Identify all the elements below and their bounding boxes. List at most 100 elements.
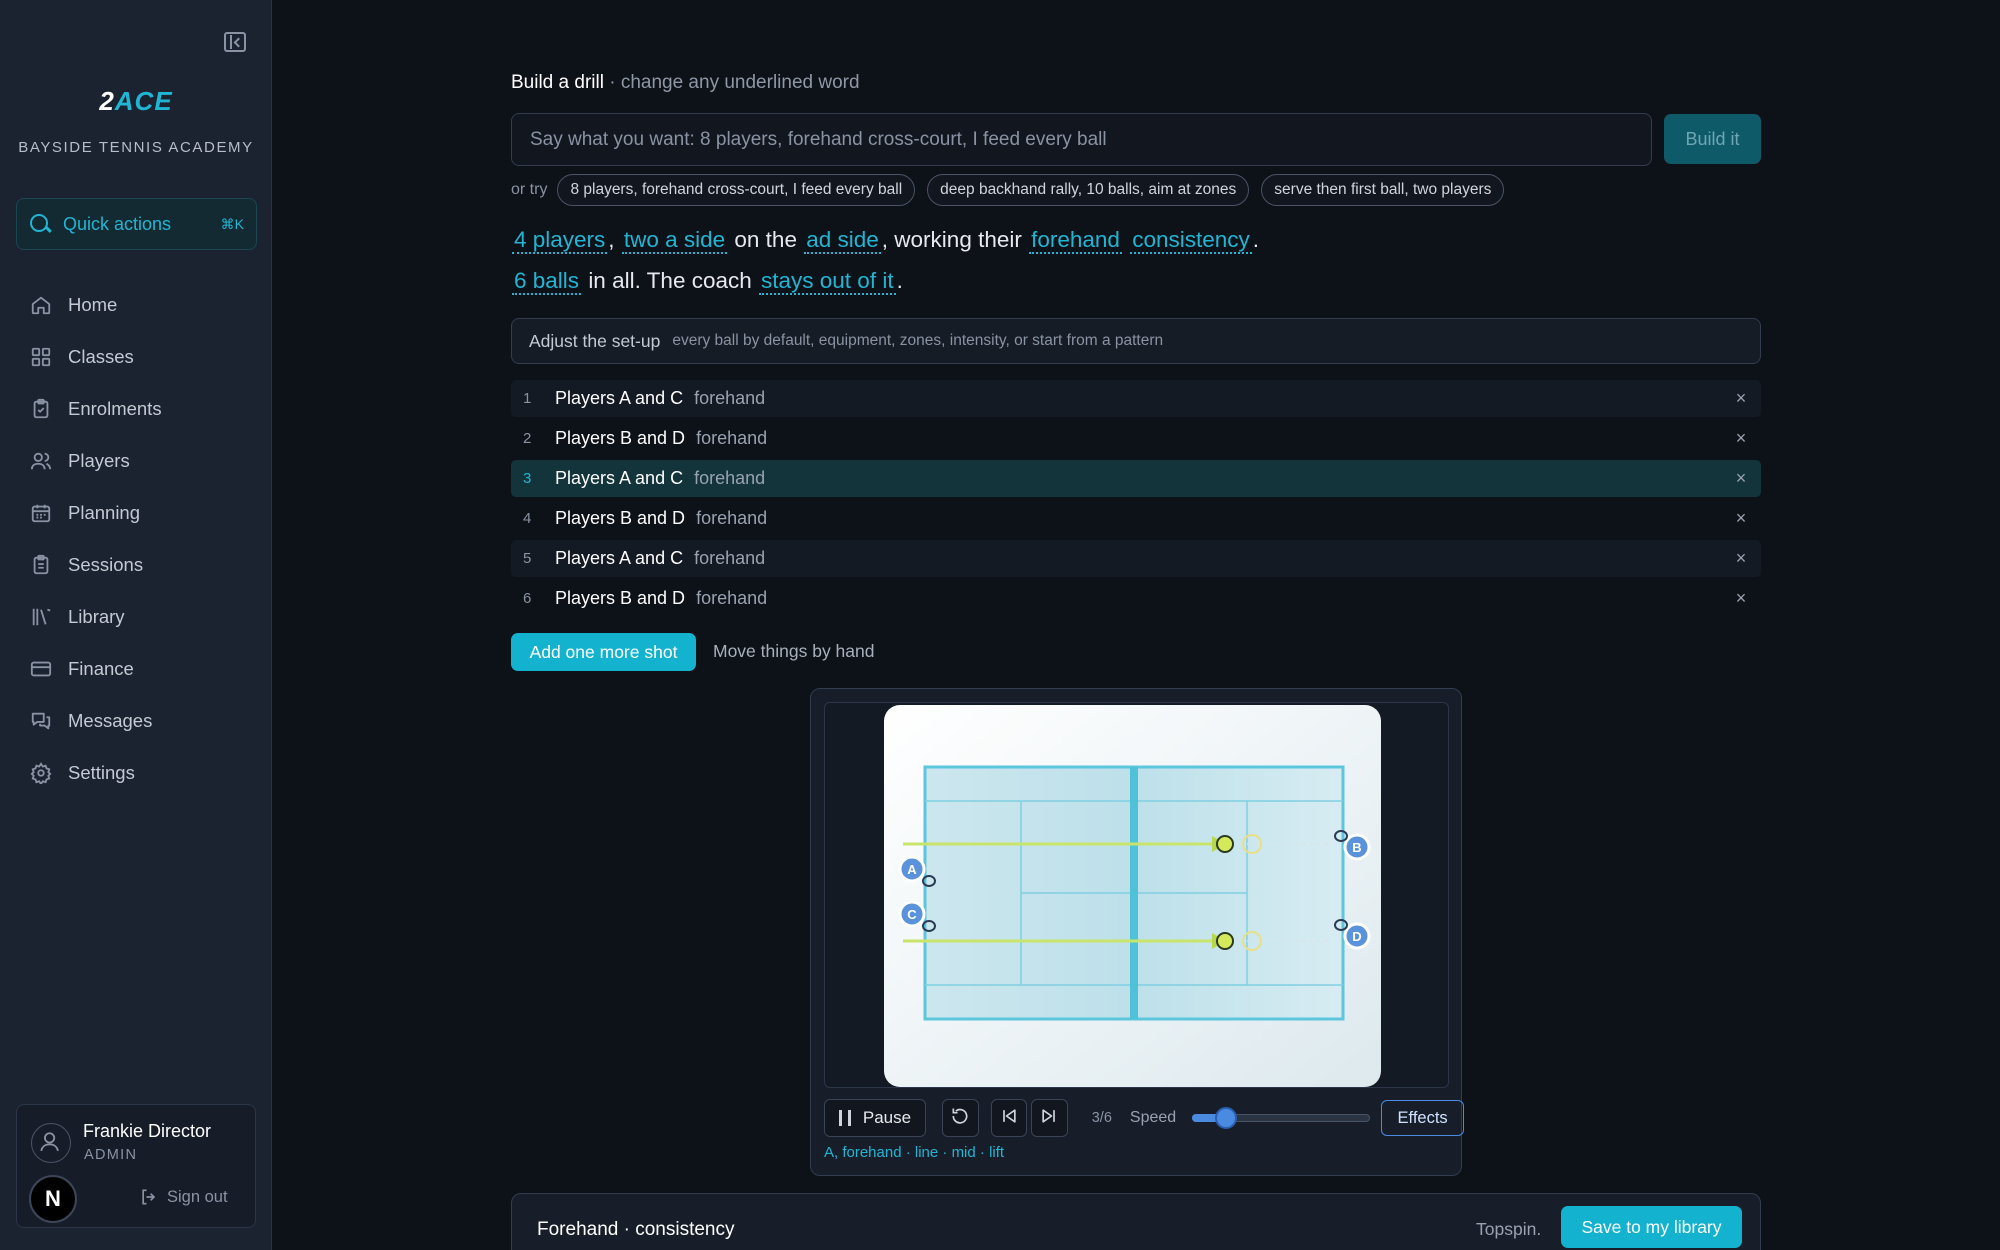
home-icon [30, 294, 52, 316]
academy-name: BAYSIDE TENNIS ACADEMY [18, 139, 254, 156]
sidebar-item-library[interactable]: Library [16, 591, 257, 643]
slider-knob[interactable] [1215, 1107, 1238, 1129]
drill-sentence-line-2: 6 balls in all. The coach stays out of i… [512, 268, 903, 295]
sides-token[interactable]: two a side [621, 227, 728, 254]
sidebar-item-settings[interactable]: Settings [16, 747, 257, 799]
speed-slider[interactable] [1192, 1107, 1371, 1129]
remove-shot-button[interactable]: × [1721, 388, 1761, 409]
sidebar-item-players[interactable]: Players [16, 435, 257, 487]
svg-text:A: A [907, 862, 917, 877]
court-side-token[interactable]: ad side [804, 227, 881, 254]
restart-button[interactable] [941, 1099, 979, 1137]
move-by-hand-button[interactable]: Move things by hand [713, 641, 875, 662]
sidebar-item-classes[interactable]: Classes [16, 331, 257, 383]
pause-icon [838, 1110, 851, 1126]
builder-heading: Build a drill · change any underlined wo… [511, 72, 860, 94]
tennis-ball-icon [1216, 835, 1234, 853]
shot-row[interactable]: 4 Players B and Dforehand × [511, 500, 1761, 537]
sidebar-item-label: Settings [68, 762, 135, 783]
sign-out-button[interactable]: Sign out [139, 1187, 228, 1207]
suggestion-chip[interactable]: serve then first ball, two players [1261, 174, 1505, 206]
sidebar-item-sessions[interactable]: Sessions [16, 539, 257, 591]
skip-forward-icon [1039, 1106, 1059, 1131]
sidebar-nav: Home Classes Enrolments Players Planning… [16, 279, 257, 799]
drill-prompt-input[interactable]: Say what you want: 8 players, forehand c… [511, 113, 1652, 166]
sidebar-item-label: Classes [68, 346, 134, 367]
grid-icon [30, 346, 52, 368]
stroke-token[interactable]: forehand [1029, 227, 1122, 254]
sidebar-item-label: Players [68, 450, 130, 471]
tennis-ball-icon [1216, 932, 1234, 950]
sidebar-item-label: Enrolments [68, 398, 162, 419]
adjust-label: Adjust the set-up [529, 330, 661, 351]
remove-shot-button[interactable]: × [1721, 428, 1761, 449]
page-title: Build a drill [511, 72, 604, 93]
shot-counter: 3/6 [1091, 1110, 1112, 1126]
collapse-sidebar-icon[interactable] [224, 32, 246, 52]
library-icon [30, 606, 52, 628]
shot-row[interactable]: 6 Players B and Dforehand × [511, 580, 1761, 617]
sidebar-item-label: Sessions [68, 554, 144, 575]
page-subtitle: · change any underlined word [603, 72, 860, 93]
quick-actions-button[interactable]: Quick actions ⌘K [16, 198, 257, 250]
user-name: Frankie Director [83, 1121, 212, 1141]
speed-label: Speed [1129, 1109, 1177, 1126]
add-shot-button[interactable]: Add one more shot [511, 633, 696, 671]
quick-actions-label: Quick actions [63, 213, 172, 234]
drill-summary-card: Forehand · consistency Topspin. Save to … [511, 1193, 1761, 1250]
keyboard-shortcut: ⌘K [220, 215, 244, 232]
remove-shot-button[interactable]: × [1721, 588, 1761, 609]
user-role: ADMIN [84, 1147, 138, 1163]
suggestion-chip[interactable]: 8 players, forehand cross-court, I feed … [557, 174, 916, 206]
pause-button[interactable]: Pause [824, 1099, 926, 1137]
save-to-library-button[interactable]: Save to my library [1561, 1206, 1742, 1248]
clipboard-check-icon [30, 398, 52, 420]
shot-row-active[interactable]: 3 Players A and Cforehand × [511, 460, 1761, 497]
suggestion-chip[interactable]: deep backhand rally, 10 balls, aim at zo… [927, 174, 1250, 206]
sidebar-item-home[interactable]: Home [16, 279, 257, 331]
restart-icon [950, 1106, 970, 1131]
shot-list: 1 Players A and Cforehand × 2 Players B and… [511, 380, 1761, 620]
next-shot-button[interactable] [1031, 1099, 1068, 1137]
effects-button[interactable]: Effects [1381, 1100, 1464, 1136]
build-it-button[interactable]: Build it [1664, 114, 1761, 164]
sidebar-item-label: Finance [68, 658, 134, 679]
previous-shot-button[interactable] [990, 1099, 1028, 1137]
court-stage: A C B D [824, 702, 1449, 1088]
shot-row[interactable]: 1 Players A and Cforehand × [511, 380, 1761, 417]
sign-out-label: Sign out [167, 1187, 228, 1206]
svg-text:D: D [1352, 929, 1361, 944]
sidebar-item-messages[interactable]: Messages [16, 695, 257, 747]
shot-row[interactable]: 2 Players B and Dforehand × [511, 420, 1761, 457]
court-net [1130, 767, 1138, 1019]
sidebar-item-label: Library [68, 606, 125, 627]
main-content: Build a drill · change any underlined wo… [272, 0, 2000, 1250]
balls-token[interactable]: 6 balls [512, 268, 582, 295]
shot-caption: A, forehand · line · mid · lift [824, 1144, 1005, 1161]
adjust-hint: every ball by default, equipment, zones,… [672, 332, 1164, 349]
remove-shot-button[interactable]: × [1721, 508, 1761, 529]
workspace-badge[interactable]: N [29, 1175, 77, 1223]
sidebar-item-label: Planning [68, 502, 141, 523]
coach-role-token[interactable]: stays out of it [759, 268, 896, 295]
user-avatar-icon [31, 1123, 71, 1163]
adjust-setup-panel[interactable]: Adjust the set-up every ball by default,… [511, 318, 1761, 364]
tennis-court-diagram[interactable]: A C B D [825, 703, 1450, 1089]
drill-sentence-line-1: 4 players, two a side on the ad side, wo… [512, 227, 1260, 254]
focus-token[interactable]: consistency [1130, 227, 1252, 254]
users-icon [30, 450, 52, 472]
prompt-placeholder: Say what you want: 8 players, forehand c… [530, 128, 1107, 150]
user-card: Frankie Director ADMIN N Sign out [16, 1104, 256, 1228]
shot-row[interactable]: 5 Players A and Cforehand × [511, 540, 1761, 577]
players-count-token[interactable]: 4 players [512, 227, 608, 254]
sidebar: 2ACE BAYSIDE TENNIS ACADEMY Quick action… [0, 0, 272, 1250]
suggestions-row: or try 8 players, forehand cross-court, … [511, 174, 1516, 206]
svg-text:C: C [907, 907, 917, 922]
sidebar-item-label: Messages [68, 710, 153, 731]
sidebar-item-planning[interactable]: Planning [16, 487, 257, 539]
spin-label: Topspin. [1476, 1219, 1542, 1239]
remove-shot-button[interactable]: × [1721, 468, 1761, 489]
sidebar-item-enrolments[interactable]: Enrolments [16, 383, 257, 435]
remove-shot-button[interactable]: × [1721, 548, 1761, 569]
sidebar-item-finance[interactable]: Finance [16, 643, 257, 695]
